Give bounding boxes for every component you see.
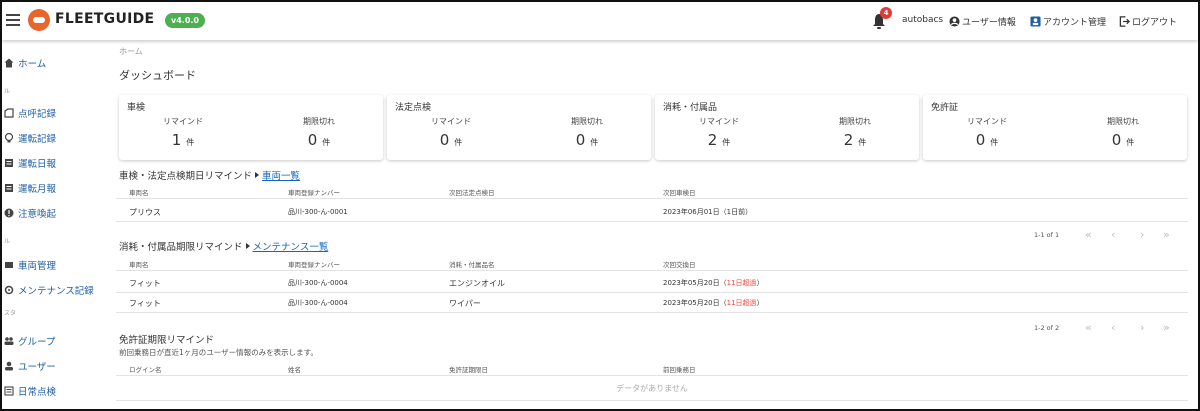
account-management-icon bbox=[1030, 16, 1041, 27]
first-page-button[interactable]: « bbox=[1085, 321, 1092, 334]
sidebar-item-monthly-report[interactable]: 運転月報 bbox=[4, 180, 56, 196]
sidebar-item-roll-call[interactable]: 点呼記録 bbox=[4, 105, 56, 121]
sidebar: ホーム ル 点呼記録 運転記録 運転日報 運転月報 注意喚起 ル 車両管理 メン… bbox=[2, 40, 112, 409]
user-info-label: ユーザー情報 bbox=[962, 18, 1016, 28]
prev-page-button[interactable]: ‹ bbox=[1111, 321, 1115, 334]
logout-icon bbox=[1119, 16, 1130, 27]
account-management-link[interactable]: アカウント管理 bbox=[1030, 15, 1106, 28]
summary-card-consumables: 消耗・付属品 リマインド 期限切れ 2件 2件 bbox=[655, 95, 919, 160]
vehicle-list-link[interactable]: 車両一覧 bbox=[262, 171, 300, 182]
table-header: ログイン名 姓名 免許証期限日 前回乗務日 bbox=[116, 360, 1188, 376]
license-reminder-title: 免許証期限リマインド bbox=[119, 335, 215, 346]
hamburger-menu-icon[interactable] bbox=[6, 14, 20, 26]
expired-count: 0件 bbox=[307, 131, 331, 149]
table-header: 車両名 車両登録ナンバー 消耗・付属品名 次回交換日 bbox=[116, 255, 1188, 271]
inspection-reminder-title: 車検・法定点検期日リマインド 車両一覧 bbox=[119, 171, 301, 182]
table-header: 車両名 車両登録ナンバー 次回法定点検日 次回車検日 bbox=[116, 183, 1188, 199]
sidebar-section-label: ル bbox=[4, 88, 11, 95]
sidebar-item-home[interactable]: ホーム bbox=[4, 55, 46, 71]
account-management-label: アカウント管理 bbox=[1043, 18, 1107, 28]
triangle-right-icon bbox=[245, 243, 250, 249]
version-badge: v4.0.0 bbox=[165, 13, 205, 28]
remind-count: 2件 bbox=[707, 131, 731, 149]
brand-logo-icon bbox=[28, 9, 50, 31]
remind-count: 0件 bbox=[439, 131, 463, 149]
daily-report-icon bbox=[5, 159, 13, 167]
last-page-button[interactable]: » bbox=[1163, 228, 1170, 241]
header-username: autobacs bbox=[902, 15, 944, 25]
summary-card-license: 免許証 リマインド 期限切れ 0件 0件 bbox=[923, 95, 1187, 160]
prev-page-button[interactable]: ‹ bbox=[1111, 228, 1115, 241]
alert-icon bbox=[4, 208, 14, 218]
sidebar-item-daily-inspection[interactable]: 日常点検 bbox=[4, 383, 56, 399]
app-window: FLEETGUIDE v4.0.0 4 autobacs ユーザー情報 アカウン… bbox=[0, 0, 1200, 411]
sidebar-item-alerts[interactable]: 注意喚起 bbox=[4, 205, 56, 221]
table-divider bbox=[116, 400, 1188, 401]
sidebar-item-vehicle-management[interactable]: 車両管理 bbox=[4, 257, 56, 273]
table-row[interactable]: プリウス 品川-300-ん-0001 2023年06月01日（1日前） bbox=[116, 202, 1188, 222]
notification-count-badge: 4 bbox=[880, 7, 892, 19]
sidebar-item-daily-report[interactable]: 運転日報 bbox=[4, 155, 56, 171]
sidebar-item-maintenance-record[interactable]: メンテナンス記録 bbox=[4, 282, 94, 298]
logout-link[interactable]: ログアウト bbox=[1119, 15, 1177, 28]
sidebar-section-label: ル bbox=[4, 238, 11, 245]
maintenance-list-link[interactable]: メンテナンス一覧 bbox=[253, 242, 329, 253]
maintenance-icon bbox=[4, 285, 14, 295]
last-page-button[interactable]: » bbox=[1163, 321, 1170, 334]
table-row[interactable]: フィット 品川-300-ん-0004 ワイパー 2023年05月20日（11日超… bbox=[116, 293, 1188, 313]
next-page-button[interactable]: › bbox=[1140, 321, 1144, 334]
page-title: ダッシュボード bbox=[119, 69, 196, 82]
sidebar-section-label: スタ bbox=[4, 310, 17, 317]
triangle-right-icon bbox=[255, 172, 260, 178]
user-info-link[interactable]: ユーザー情報 bbox=[949, 15, 1016, 28]
sidebar-item-driving-record[interactable]: 運転記録 bbox=[4, 130, 56, 146]
vehicle-management-icon bbox=[5, 262, 13, 268]
expired-count: 0件 bbox=[1111, 131, 1135, 149]
next-page-button[interactable]: › bbox=[1140, 228, 1144, 241]
brand-name: FLEETGUIDE bbox=[55, 11, 155, 27]
driving-record-icon bbox=[4, 133, 14, 143]
logout-label: ログアウト bbox=[1132, 18, 1178, 28]
table-row[interactable]: フィット 品川-300-ん-0004 エンジンオイル 2023年05月20日（1… bbox=[116, 273, 1188, 293]
summary-card-legal-inspection: 法定点検 リマインド 期限切れ 0件 0件 bbox=[387, 95, 651, 160]
consumables-reminder-title: 消耗・付属品期限リマインド メンテナンス一覧 bbox=[119, 242, 329, 253]
checklist-icon bbox=[4, 386, 14, 396]
account-circle-icon bbox=[949, 16, 960, 27]
breadcrumb[interactable]: ホーム bbox=[119, 46, 143, 57]
empty-state-message: データがありません bbox=[616, 384, 688, 393]
license-reminder-description: 前回乗務日が直近1ヶ月のユーザー情報のみを表示します。 bbox=[119, 348, 318, 357]
first-page-button[interactable]: « bbox=[1085, 228, 1092, 241]
summary-card-shaken: 車検 リマインド 期限切れ 1件 0件 bbox=[119, 95, 383, 160]
user-icon bbox=[5, 361, 13, 371]
home-icon bbox=[4, 58, 14, 68]
monthly-report-icon bbox=[5, 184, 13, 192]
group-icon bbox=[4, 337, 14, 345]
roll-call-icon bbox=[4, 108, 14, 118]
pagination: 1-2 of 2 « ‹ › » bbox=[1034, 321, 1170, 334]
sidebar-item-users[interactable]: ユーザー bbox=[4, 358, 56, 374]
sidebar-item-group[interactable]: グループ bbox=[4, 333, 55, 349]
remind-count: 1件 bbox=[171, 131, 195, 149]
app-header: FLEETGUIDE v4.0.0 4 autobacs ユーザー情報 アカウン… bbox=[2, 2, 1198, 40]
expired-count: 2件 bbox=[843, 131, 867, 149]
expired-count: 0件 bbox=[575, 131, 599, 149]
remind-count: 0件 bbox=[975, 131, 999, 149]
